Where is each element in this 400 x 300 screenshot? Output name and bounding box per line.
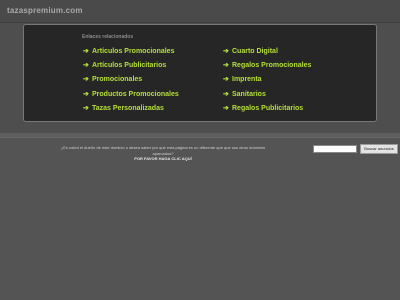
upper-band-divider [0,133,400,138]
arrow-right-icon: ➔ [223,90,229,98]
top-bar: tazaspremium.com [0,0,400,23]
related-link[interactable]: ➔ Cuarto Digital [223,45,311,59]
arrow-right-icon: ➔ [83,48,89,55]
related-link-label: Tazas Personalizadas [92,104,164,112]
related-link[interactable]: ➔ Artículos Promocionales [83,45,179,59]
related-link[interactable]: ➔ Regalos Promocionales [223,59,311,73]
arrow-right-icon: ➔ [223,48,229,55]
related-link[interactable]: ➔ Productos Promocionales [83,88,179,102]
related-link-label: Artículos Promocionales [92,48,175,55]
related-link[interactable]: ➔ Tazas Personalizadas [83,102,179,116]
related-link[interactable]: ➔ Regalos Publicitarios [223,102,311,116]
related-link-label: Imprenta [232,76,262,84]
owner-notice-text: ¿Es usted el dueño de este dominio o des… [60,145,266,156]
links-column-left: ➔ Artículos Promocionales ➔ Artículos Publ… [83,45,179,116]
search-input[interactable] [313,145,357,153]
related-link-label: Cuarto Digital [232,48,278,55]
owner-notice: ¿Es usted el dueño de este dominio o des… [58,145,268,162]
related-link-label: Regalos Publicitarios [232,104,304,112]
related-link[interactable]: ➔ Promocionales [83,73,179,87]
arrow-right-icon: ➔ [83,90,89,98]
related-links-panel: Enlaces relacionados ➔ Artículos Promocio… [23,24,377,122]
arrow-right-icon: ➔ [83,62,89,70]
related-link[interactable]: ➔ Sanitarios [223,88,311,102]
related-link-label: Sanitarios [232,90,266,98]
related-link-label: Productos Promocionales [92,90,179,98]
domain-name: tazaspremium.com [7,6,83,15]
arrow-right-icon: ➔ [83,104,89,112]
arrow-right-icon: ➔ [83,76,89,84]
click-here-link[interactable]: POR FAVOR HAGA CLIC AQUÍ [58,156,268,162]
arrow-right-icon: ➔ [223,76,229,84]
related-link-label: Regalos Promocionales [232,62,312,70]
related-link-label: Artículos Publicitarios [92,62,167,70]
links-column-right: ➔ Cuarto Digital ➔ Regalos Promocionales ➔… [223,45,311,116]
panel-title: Enlaces relacionados [82,34,134,40]
arrow-right-icon: ➔ [223,62,229,70]
arrow-right-icon: ➔ [223,104,229,112]
related-link-label: Promocionales [92,76,143,84]
search-ads-button[interactable]: Buscar anuncios [360,144,398,154]
related-link[interactable]: ➔ Imprenta [223,73,311,87]
related-link[interactable]: ➔ Artículos Publicitarios [83,59,179,73]
